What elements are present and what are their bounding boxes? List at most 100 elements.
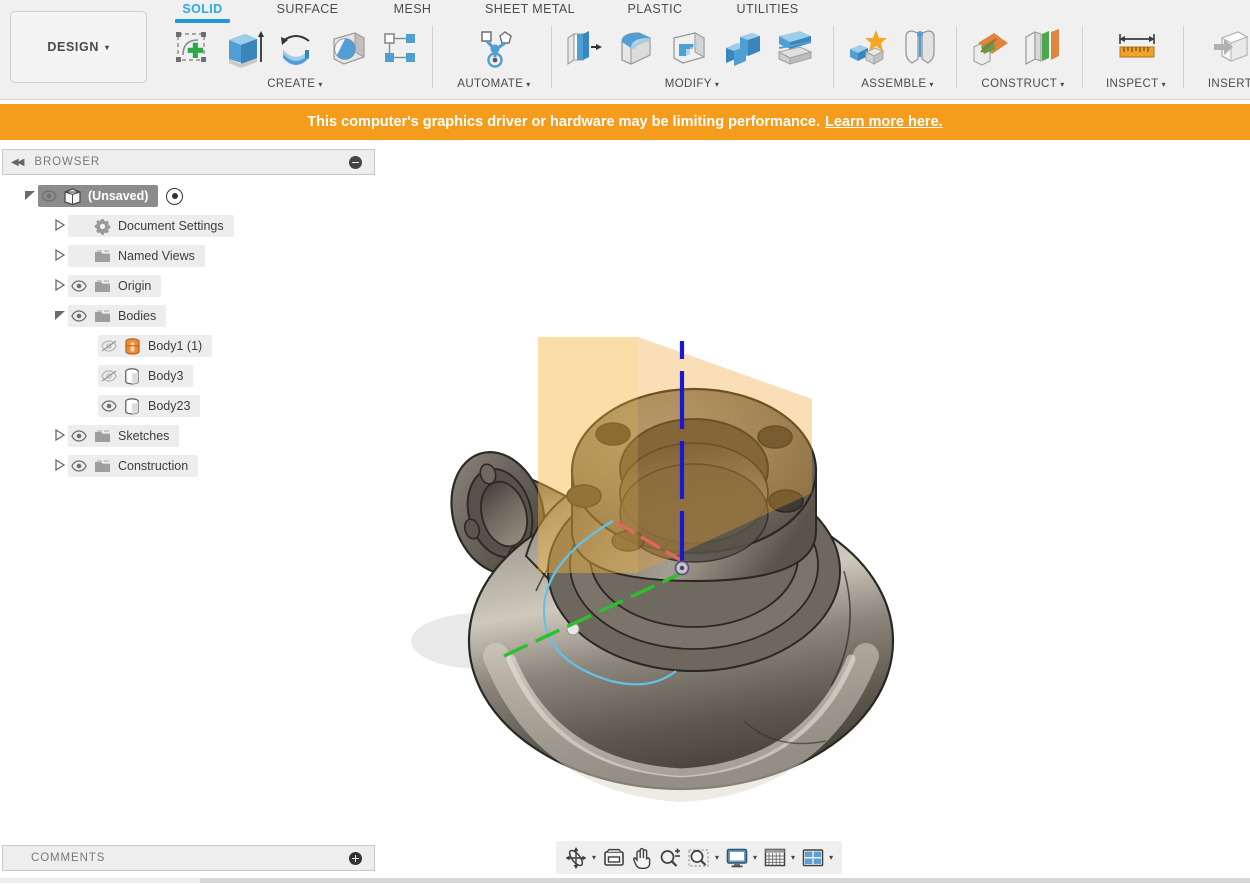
tree-item-label: (Unsaved): [88, 189, 149, 203]
pan-hand-icon[interactable]: [629, 844, 655, 872]
tree-item-construction[interactable]: Construction: [68, 455, 199, 477]
eye-visible-icon[interactable]: [68, 460, 90, 472]
panel-label-text: CREATE: [267, 78, 316, 90]
folder-icon: [90, 249, 114, 263]
tree-row: Origin: [0, 273, 375, 299]
collapse-left-icon[interactable]: ◀◀: [11, 157, 24, 168]
ribbon-tab-utilities[interactable]: UTILITIES: [725, 2, 810, 16]
shell-icon[interactable]: [664, 22, 714, 74]
3d-viewport-canvas[interactable]: [376, 141, 1250, 841]
pattern-icon[interactable]: [376, 22, 425, 74]
panel-label-automate[interactable]: AUTOMATE ▾: [440, 78, 548, 90]
view-navigation-toolbar: ▾ ▾ ▾ ▾ ▾: [556, 841, 843, 874]
scrollbar-thumb[interactable]: [0, 878, 200, 883]
viewports-icon[interactable]: [799, 844, 827, 872]
ribbon-tab-mesh[interactable]: MESH: [385, 2, 440, 16]
tree-item-document-settings[interactable]: Document Settings: [68, 215, 234, 237]
tree-item-body23[interactable]: Body23: [98, 395, 201, 417]
combine-icon[interactable]: [717, 22, 767, 74]
ribbon-tab-surface[interactable]: SURFACE: [265, 2, 350, 16]
ribbon-panel-automate: AUTOMATE ▾: [440, 22, 548, 98]
tree-item--unsaved[interactable]: (Unsaved): [38, 185, 159, 207]
panel-label-text: CONSTRUCT: [981, 78, 1058, 90]
chevron-down-icon[interactable]: ▾: [591, 853, 599, 862]
expand-arrow-closed-icon[interactable]: [52, 458, 68, 474]
ribbon-tab-label: SHEET METAL: [484, 2, 576, 16]
eye-visible-icon[interactable]: [38, 190, 60, 202]
create-sketch-icon[interactable]: [167, 22, 216, 74]
look-at-icon[interactable]: [600, 844, 628, 872]
automate-icon[interactable]: [470, 22, 520, 74]
fillet-icon[interactable]: [611, 22, 661, 74]
minus-circle-icon[interactable]: [349, 155, 362, 169]
expand-arrow-open-icon[interactable]: [52, 309, 68, 324]
folder-icon: [90, 429, 114, 443]
grid-snap-icon[interactable]: [761, 844, 789, 872]
insert-derive-icon[interactable]: [1206, 22, 1250, 74]
eye-visible-icon[interactable]: [98, 400, 120, 412]
ribbon-panel-insert: INSERT: [1190, 22, 1250, 98]
chevron-down-icon: ▾: [929, 80, 934, 89]
body-icon: [120, 397, 144, 415]
zoom-window-icon[interactable]: [685, 844, 713, 872]
plane-along-path-icon[interactable]: [1017, 22, 1067, 74]
tree-item-sketches[interactable]: Sketches: [68, 425, 180, 447]
offset-plane-icon[interactable]: [964, 22, 1014, 74]
chevron-down-icon[interactable]: ▾: [790, 853, 798, 862]
display-settings-icon[interactable]: [723, 844, 751, 872]
hole-icon[interactable]: [324, 22, 373, 74]
tree-row: Construction: [0, 453, 375, 479]
extrude-icon[interactable]: [219, 22, 268, 74]
joint-icon[interactable]: [895, 22, 945, 74]
workspace-switcher-button[interactable]: DESIGN ▾: [10, 11, 147, 83]
panel-label-construct[interactable]: CONSTRUCT ▾: [962, 78, 1084, 90]
ribbon-tab-label: PLASTIC: [627, 2, 683, 16]
eye-visible-icon[interactable]: [68, 280, 90, 292]
expand-arrow-closed-icon[interactable]: [52, 218, 68, 234]
panel-label-text: INSERT: [1207, 78, 1250, 90]
plus-circle-icon[interactable]: [349, 851, 362, 865]
chevron-down-icon[interactable]: ▾: [714, 853, 722, 862]
panel-divider: [432, 26, 433, 88]
browser-title: BROWSER: [34, 156, 101, 168]
tree-item-named-views[interactable]: Named Views: [68, 245, 205, 267]
revolve-icon[interactable]: [271, 22, 320, 74]
chevron-down-icon: ▾: [1161, 80, 1167, 89]
tree-item-body1-1[interactable]: Body1 (1): [98, 335, 213, 357]
eye-visible-icon[interactable]: [68, 430, 90, 442]
panel-label-create[interactable]: CREATE ▾: [165, 78, 425, 90]
eye-hidden-icon[interactable]: [98, 370, 120, 382]
eye-hidden-icon[interactable]: [98, 340, 120, 352]
tree-item-label: Origin: [118, 279, 152, 293]
expand-arrow-closed-icon[interactable]: [52, 248, 68, 264]
panel-label-assemble[interactable]: ASSEMBLE ▾: [840, 78, 955, 90]
expand-arrow-open-icon[interactable]: [22, 189, 38, 204]
orbit-icon[interactable]: [562, 844, 590, 872]
ribbon-tab-solid[interactable]: SOLID: [175, 2, 230, 23]
ribbon-tab-plastic[interactable]: PLASTIC: [615, 2, 695, 16]
split-face-icon[interactable]: [770, 22, 820, 74]
tree-item-origin[interactable]: Origin: [68, 275, 162, 297]
ribbon-panel-create: CREATE ▾: [165, 22, 425, 98]
panel-label-modify[interactable]: MODIFY ▾: [556, 78, 828, 90]
tree-item-body3[interactable]: Body3: [98, 365, 194, 387]
banner-learn-more-link[interactable]: Learn more here.: [825, 114, 943, 130]
expand-arrow-closed-icon[interactable]: [52, 278, 68, 294]
new-component-icon[interactable]: [842, 22, 892, 74]
ribbon-tab-label: SURFACE: [276, 2, 339, 16]
panel-label-insert[interactable]: INSERT: [1190, 78, 1250, 90]
document-icon: [60, 187, 84, 205]
eye-visible-icon[interactable]: [68, 310, 90, 322]
activate-component-radio[interactable]: [166, 187, 184, 205]
press-pull-icon[interactable]: [558, 22, 608, 74]
panel-label-inspect[interactable]: INSPECT ▾: [1092, 78, 1180, 90]
ribbon-tab-sheet-metal[interactable]: SHEET METAL: [465, 2, 595, 16]
measure-icon[interactable]: [1112, 22, 1162, 74]
tree-item-bodies[interactable]: Bodies: [68, 305, 167, 327]
tree-item-label: Body1 (1): [148, 339, 203, 353]
tree-row: Body23: [0, 393, 375, 419]
zoom-icon[interactable]: [656, 844, 684, 872]
chevron-down-icon[interactable]: ▾: [752, 853, 760, 862]
expand-arrow-closed-icon[interactable]: [52, 428, 68, 444]
chevron-down-icon[interactable]: ▾: [828, 853, 836, 862]
